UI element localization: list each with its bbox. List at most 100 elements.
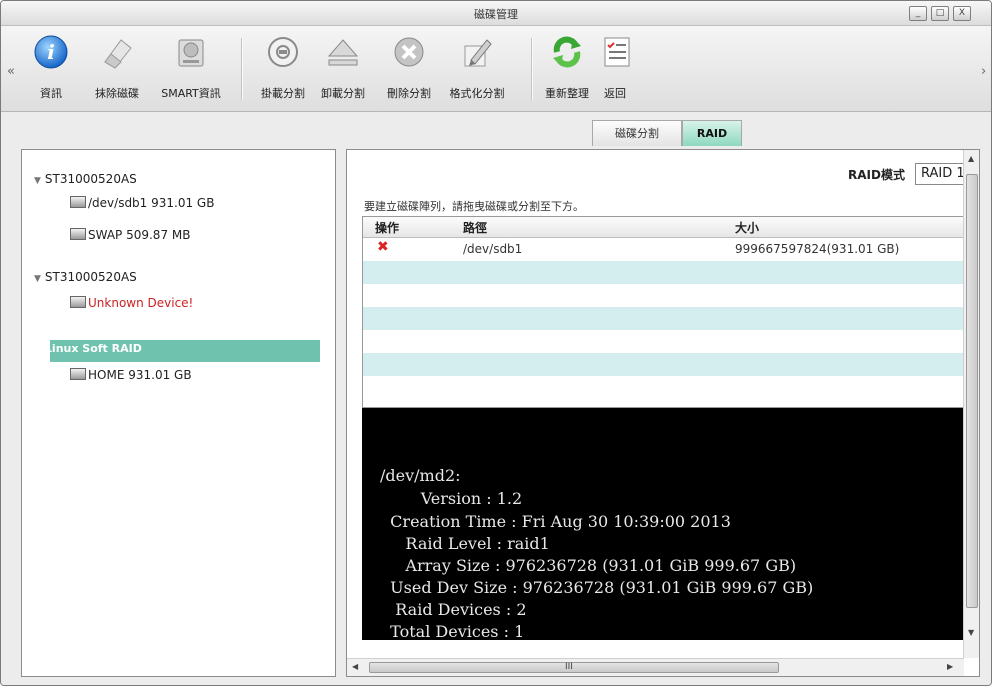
mount-partition-button[interactable]: 掛載分割 bbox=[261, 32, 305, 107]
partition-label: /dev/sdb1 931.01 GB bbox=[88, 196, 215, 210]
tree-disk-1[interactable]: ▼ ST31000520AS bbox=[34, 172, 137, 186]
info-button[interactable]: i 資訊 bbox=[31, 32, 71, 107]
expand-triangle-icon[interactable]: ▼ bbox=[34, 176, 41, 186]
column-header-action[interactable]: 操作 bbox=[375, 219, 399, 236]
table-row-empty bbox=[363, 284, 968, 307]
mount-partition-label: 掛載分割 bbox=[261, 87, 305, 100]
row-size: 999667597824(931.01 GB) bbox=[735, 242, 900, 256]
scroll-right-icon[interactable]: › bbox=[981, 64, 986, 79]
smart-info-label: SMART資訊 bbox=[161, 87, 221, 100]
format-partition-label: 格式化分割 bbox=[449, 87, 505, 100]
table-header: 操作 路徑 大小 bbox=[363, 217, 968, 238]
tree-partition-home[interactable]: HOME 931.01 GB bbox=[70, 368, 192, 382]
delete-partition-label: 刪除分割 bbox=[387, 87, 431, 100]
eraser-icon bbox=[97, 32, 137, 72]
expand-triangle-icon[interactable]: ▼ bbox=[34, 274, 41, 284]
disk-name: ST31000520AS bbox=[44, 172, 137, 186]
tab-raid[interactable]: RAID bbox=[682, 120, 742, 146]
main-content: 磁碟分割 RAID ▼ ST31000520AS /dev/sdb1 931.01… bbox=[1, 112, 991, 685]
minimize-button[interactable]: _ bbox=[909, 6, 927, 21]
disk-name: ST31000520AS bbox=[44, 270, 137, 284]
tree-partition-swap[interactable]: SWAP 509.87 MB bbox=[70, 228, 190, 242]
unmount-partition-button[interactable]: 卸載分割 bbox=[321, 32, 365, 107]
hard-disk-icon bbox=[70, 296, 86, 308]
window-title: 磁碟管理 bbox=[474, 8, 518, 21]
refresh-label: 重新整理 bbox=[545, 87, 589, 100]
svg-text:i: i bbox=[47, 40, 55, 64]
refresh-button[interactable]: 重新整理 bbox=[545, 32, 589, 107]
format-partition-button[interactable]: 格式化分割 bbox=[450, 32, 505, 107]
horizontal-scrollbar[interactable]: ◀ III ▶ bbox=[347, 658, 964, 676]
info-icon: i bbox=[31, 32, 71, 72]
column-header-size[interactable]: 大小 bbox=[735, 219, 759, 236]
console-line: Array Size : 976236728 (931.01 GiB 999.6… bbox=[380, 556, 797, 575]
column-header-path[interactable]: 路徑 bbox=[463, 219, 487, 236]
format-pencil-icon bbox=[457, 32, 497, 72]
hard-disk-icon bbox=[70, 228, 86, 240]
disk-management-window: 磁碟管理 _ □ X « › i 資訊 抹除磁碟 SMART資訊 掛載分割 卸載… bbox=[0, 0, 992, 686]
refresh-icon bbox=[547, 32, 587, 72]
scroll-down-arrow-icon[interactable]: ▼ bbox=[968, 628, 974, 637]
eject-icon bbox=[323, 32, 363, 72]
partition-label: Unknown Device! bbox=[88, 296, 194, 310]
tab-partitions[interactable]: 磁碟分割 bbox=[592, 120, 682, 146]
close-button[interactable]: X bbox=[953, 6, 971, 21]
console-line: Total Devices : 1 bbox=[380, 622, 525, 640]
tree-partition-sdb1[interactable]: /dev/sdb1 931.01 GB bbox=[70, 196, 214, 210]
scroll-grip-icon: III bbox=[565, 662, 573, 672]
console-line: Used Dev Size : 976236728 (931.01 GiB 99… bbox=[380, 578, 814, 597]
vertical-scrollbar[interactable]: ▲ ▼ bbox=[963, 150, 979, 658]
raid-panel: RAID模式 RAID 1 要建立磁碟陣列，請拖曳磁碟或分割至下方。 操作 路徑… bbox=[346, 149, 980, 677]
table-row-empty bbox=[363, 261, 968, 284]
toolbar-separator bbox=[241, 38, 243, 100]
maximize-button[interactable]: □ bbox=[931, 6, 949, 21]
delete-partition-button[interactable]: 刪除分割 bbox=[387, 32, 431, 107]
delete-icon bbox=[389, 32, 429, 72]
raid-mode-select[interactable]: RAID 1 bbox=[915, 163, 969, 185]
checklist-icon bbox=[597, 32, 637, 72]
scroll-right-arrow-icon[interactable]: ▶ bbox=[947, 662, 953, 671]
erase-disk-label: 抹除磁碟 bbox=[95, 87, 139, 100]
console-line: /dev/md2: bbox=[380, 466, 461, 485]
back-label: 返回 bbox=[604, 87, 626, 100]
partition-label: SWAP 509.87 MB bbox=[88, 228, 191, 242]
hard-disk-icon bbox=[70, 196, 86, 208]
scroll-up-arrow-icon[interactable]: ▲ bbox=[968, 154, 974, 163]
table-row-empty bbox=[363, 353, 968, 376]
partition-label: HOME 931.01 GB bbox=[88, 368, 192, 382]
mount-icon bbox=[263, 32, 303, 72]
scroll-left-icon[interactable]: « bbox=[7, 64, 15, 79]
raid-mode-label: RAID模式 bbox=[848, 168, 905, 182]
title-bar: 磁碟管理 _ □ X bbox=[1, 1, 991, 26]
remove-member-icon[interactable]: ✖ bbox=[377, 239, 389, 255]
expand-triangle-icon[interactable]: ▼ bbox=[34, 345, 41, 355]
tree-disk-2[interactable]: ▼ ST31000520AS bbox=[34, 270, 137, 284]
raid-member-table: 操作 路徑 大小 ✖ /dev/sdb1 999667597824(931.01… bbox=[362, 216, 969, 408]
erase-disk-button[interactable]: 抹除磁碟 bbox=[95, 32, 139, 107]
smart-disk-icon bbox=[171, 32, 211, 72]
console-line: Raid Level : raid1 bbox=[380, 534, 550, 553]
raid-instruction: 要建立磁碟陣列，請拖曳磁碟或分割至下方。 bbox=[364, 200, 584, 213]
table-row[interactable]: ✖ /dev/sdb1 999667597824(931.01 GB) bbox=[363, 238, 968, 261]
row-path: /dev/sdb1 bbox=[463, 242, 523, 256]
back-button[interactable]: 返回 bbox=[597, 32, 633, 107]
console-line: Raid Devices : 2 bbox=[380, 600, 527, 619]
table-row-empty bbox=[363, 330, 968, 353]
hard-disk-icon bbox=[70, 368, 86, 380]
toolbar: « › i 資訊 抹除磁碟 SMART資訊 掛載分割 卸載分割 刪除分割 格式化… bbox=[1, 26, 991, 112]
raid-detail-console: /dev/md2: Version : 1.2 Creation Time : … bbox=[362, 408, 972, 640]
raid-group-name: Linux Soft RAID bbox=[44, 342, 142, 355]
vertical-scroll-thumb[interactable] bbox=[966, 174, 978, 608]
unmount-partition-label: 卸載分割 bbox=[321, 87, 365, 100]
tree-unknown-device[interactable]: Unknown Device! bbox=[70, 296, 193, 310]
disk-tree: ▼ ST31000520AS /dev/sdb1 931.01 GB SWAP 5… bbox=[21, 149, 336, 677]
console-line: Creation Time : Fri Aug 30 10:39:00 2013 bbox=[380, 512, 731, 531]
info-label: 資訊 bbox=[40, 87, 62, 100]
toolbar-separator bbox=[531, 38, 533, 100]
smart-info-button[interactable]: SMART資訊 bbox=[161, 32, 221, 107]
table-row-empty bbox=[363, 307, 968, 330]
tree-linux-soft-raid[interactable]: ▼ Linux Soft RAID bbox=[34, 342, 142, 355]
scroll-left-arrow-icon[interactable]: ◀ bbox=[352, 662, 358, 671]
horizontal-scroll-thumb[interactable] bbox=[369, 662, 779, 673]
console-line: Version : 1.2 bbox=[380, 489, 523, 508]
